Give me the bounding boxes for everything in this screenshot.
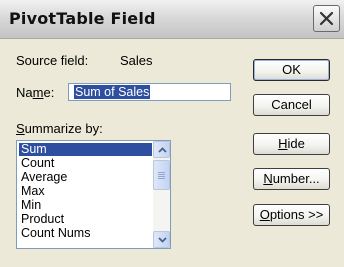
name-label: Name:	[16, 85, 55, 100]
scroll-thumb[interactable]	[153, 160, 170, 190]
list-item-min[interactable]: Min	[19, 199, 152, 212]
name-input[interactable]: Sum of Sales	[68, 83, 231, 101]
chevron-down-icon	[158, 237, 167, 243]
number-button[interactable]: Number...	[253, 168, 330, 190]
list-item-sum[interactable]: Sum	[19, 143, 152, 156]
close-icon	[319, 11, 334, 26]
list-item-count-nums[interactable]: Count Nums	[19, 227, 152, 240]
scroll-up-button[interactable]	[153, 141, 170, 158]
summarize-by-label: Summarize by:	[16, 121, 103, 136]
scroll-down-button[interactable]	[153, 231, 170, 248]
list-item-average[interactable]: Average	[19, 171, 152, 184]
list-item-product[interactable]: Product	[19, 213, 152, 226]
ok-button[interactable]: OK	[253, 59, 330, 81]
chevron-up-icon	[158, 147, 167, 153]
name-input-value: Sum of Sales	[74, 85, 151, 99]
source-field-label: Source field:	[16, 53, 89, 68]
pivottable-field-dialog: PivotTable Field Source field: Sales Nam…	[0, 0, 344, 267]
list-scrollbar[interactable]	[153, 141, 170, 248]
options-button[interactable]: Options >>	[253, 204, 330, 226]
dialog-title: PivotTable Field	[9, 9, 156, 28]
cancel-button[interactable]: Cancel	[253, 94, 330, 116]
title-bar[interactable]: PivotTable Field	[0, 0, 344, 39]
summarize-by-list[interactable]: Sum Count Average Max Min Product Count …	[16, 140, 171, 249]
hide-button[interactable]: Hide	[253, 133, 330, 155]
source-field-value: Sales	[120, 53, 153, 68]
list-item-count[interactable]: Count	[19, 157, 152, 170]
list-item-max[interactable]: Max	[19, 185, 152, 198]
close-button[interactable]	[313, 5, 340, 32]
